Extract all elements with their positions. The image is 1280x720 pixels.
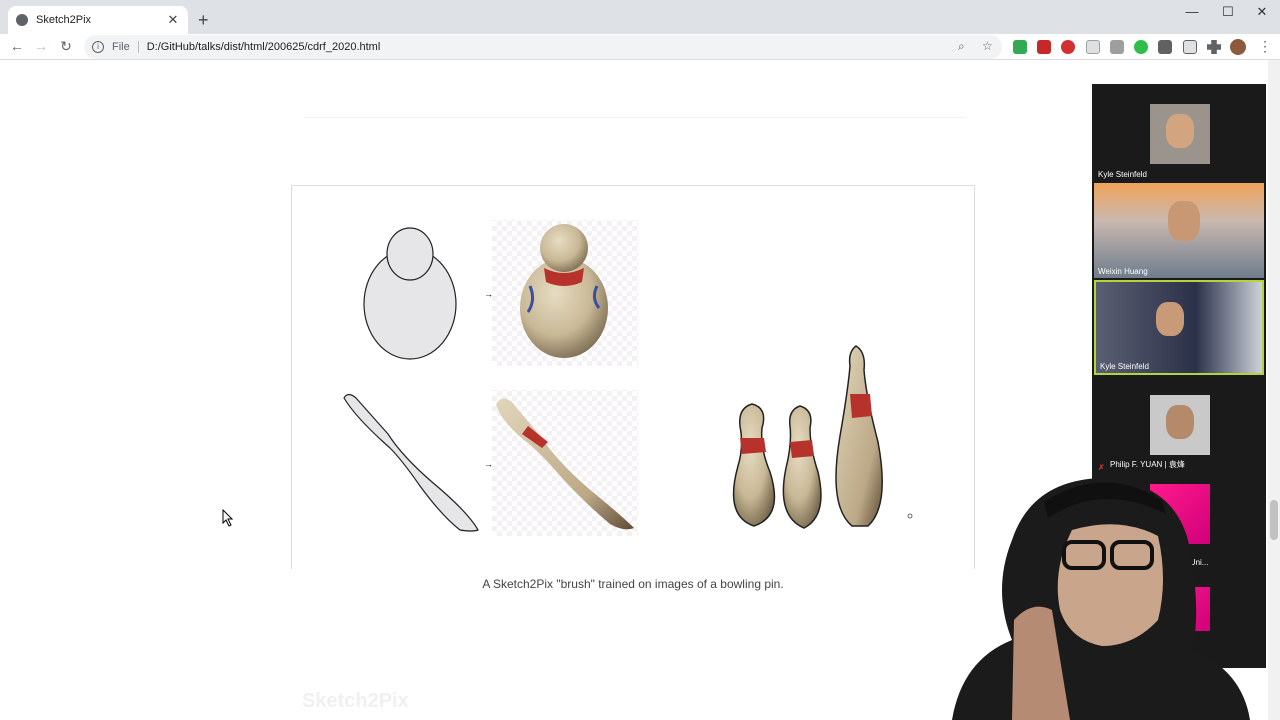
back-icon[interactable]: ← [7,38,27,54]
tab-close-icon[interactable]: ✕ [166,12,180,28]
long-pin-sketch [343,393,479,532]
adblock-icon[interactable] [1061,40,1075,54]
participant-name: Kyle Steinfeld [1100,362,1149,371]
address-bar[interactable]: i File D:/GitHub/talks/dist/html/200625/… [84,35,1002,59]
browser-tab[interactable]: Sketch2Pix ✕ [8,6,188,34]
url-text[interactable]: D:/GitHub/talks/dist/html/200625/cdrf_20… [147,41,381,53]
participant-tile-active[interactable]: Kyle Steinfeld [1094,280,1264,375]
three-pins-render [732,345,913,529]
figure-caption: A Sketch2Pix "brush" trained on images o… [482,577,784,591]
divider [137,41,139,53]
green-extension-icon[interactable] [1134,40,1148,54]
participant-video [1150,104,1210,164]
participant-video [1150,395,1210,455]
bowling-pin-illustration: → → [343,220,913,536]
tab-title: Sketch2Pix [36,14,92,26]
arrow-icon: → [484,289,493,299]
round-pin-sketch [363,227,457,360]
drive-extension-icon[interactable] [1110,40,1124,54]
reload-icon[interactable]: ↻ [56,38,76,55]
arrow-icon: → [484,459,493,469]
participant-video [1140,292,1200,352]
participant-name: Philip F. YUAN | 袁烽 [1110,460,1185,469]
kebab-menu-icon[interactable]: ⋮ [1258,38,1272,55]
extension-badge-icon[interactable] [1037,40,1051,54]
mouse-cursor-icon [222,509,234,527]
bookmark-star-icon[interactable]: ☆ [982,39,993,53]
info-icon[interactable]: i [92,41,104,53]
faded-previous-figure [305,60,965,118]
participant-video [1152,197,1218,278]
document-extension-icon[interactable] [1086,40,1100,54]
maximize-icon[interactable]: ☐ [1210,4,1246,20]
script-extension-icon[interactable] [1158,40,1172,54]
new-tab-icon[interactable]: + [198,10,209,31]
presenter-webcam-overlay [952,478,1250,720]
faded-heading: Sketch2Pix [302,690,409,712]
participant-name: Weixin Huang [1098,267,1148,276]
page-scrollbar[interactable] [1268,60,1280,720]
forward-icon[interactable]: → [31,38,51,54]
url-scheme-label: File [112,41,130,53]
globe-icon [16,14,28,26]
participant-name: Kyle Steinfeld [1098,170,1147,179]
profile-avatar[interactable] [1230,39,1246,55]
cast-extension-icon[interactable] [1183,40,1197,54]
sketch2pix-figure: → → [291,185,975,569]
participant-tile[interactable]: Weixin Huang [1094,183,1264,278]
participant-tile[interactable]: Philip F. YUAN | 袁烽 ✗ [1094,377,1264,472]
window-close-icon[interactable]: ✕ [1244,4,1280,20]
scrollbar-thumb[interactable] [1270,500,1278,540]
zoom-icon[interactable]: ⌕ [958,39,965,54]
minimize-icon[interactable]: — [1174,4,1210,19]
tab-strip: Sketch2Pix ✕ + — ☐ ✕ [0,0,1280,34]
participant-tile[interactable]: Kyle Steinfeld [1094,86,1264,181]
muted-mic-icon: ✗ [1098,463,1105,472]
evernote-extension-icon[interactable] [1013,40,1027,54]
